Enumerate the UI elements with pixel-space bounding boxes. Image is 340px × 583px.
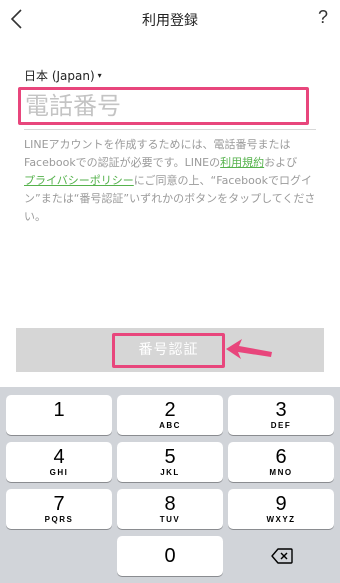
country-selector[interactable]: 日本 (Japan) ▾ (24, 67, 102, 84)
delete-key[interactable] (228, 536, 334, 576)
backspace-icon (271, 548, 293, 564)
terms-text: LINEアカウントを作成するためには、電話番号または Facebookでの認証が… (24, 136, 320, 226)
privacy-policy-link[interactable]: プライバシーポリシー (24, 174, 134, 187)
help-button[interactable]: ? (318, 7, 328, 28)
key-3[interactable]: 3 DEF (228, 395, 334, 435)
arrow-pointer-icon (226, 339, 272, 359)
key-2[interactable]: 2 ABC (117, 395, 223, 435)
verify-number-button[interactable]: 番号認証 (112, 333, 225, 368)
phone-input-highlight (18, 87, 309, 125)
key-7[interactable]: 7 PQRS (6, 489, 112, 529)
key-0[interactable]: 0 (117, 536, 223, 576)
navigation-bar: 利用登録 ? (0, 0, 340, 38)
terms-of-use-link[interactable]: 利用規約 (220, 156, 264, 169)
key-4[interactable]: 4 GHI (6, 442, 112, 482)
caret-down-icon: ▾ (97, 71, 102, 80)
numeric-keypad: 1 2 ABC 3 DEF 4 GHI 5 JKL 6 MNO 7 PQRS 8 TUV 9W… (0, 387, 340, 583)
phone-input-underline (24, 129, 316, 130)
key-5[interactable]: 5 JKL (117, 442, 223, 482)
key-1[interactable]: 1 (6, 395, 112, 435)
terms-text-part2: および (264, 156, 298, 169)
key-9[interactable]: 9 WXYZ (228, 489, 334, 529)
key-8[interactable]: 8 TUV (117, 489, 223, 529)
country-label: 日本 (Japan) (24, 69, 95, 83)
key-6[interactable]: 6 MNO (228, 442, 334, 482)
page-title: 利用登録 (142, 13, 198, 29)
phone-number-input[interactable] (21, 90, 306, 122)
